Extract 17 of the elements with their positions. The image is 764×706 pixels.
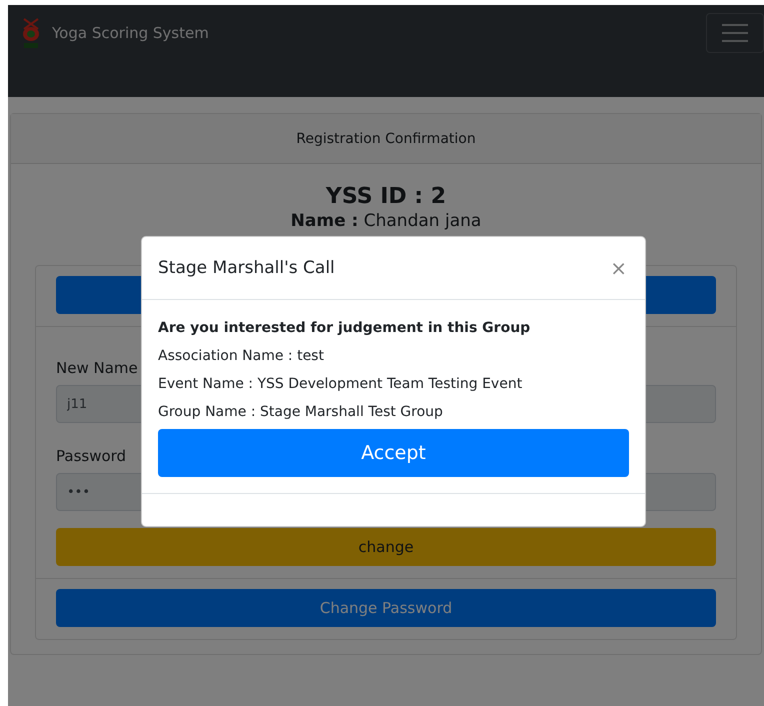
member-name: Name : Chandan jana bbox=[290, 211, 482, 231]
field-label: New Name bbox=[56, 359, 138, 377]
detail-line: Event Name : YSS Development Team Testing Event bbox=[158, 376, 524, 392]
accept-button[interactable]: Accept bbox=[158, 429, 629, 477]
modal-title: Stage Marshall's Call bbox=[158, 258, 336, 278]
menu-button[interactable] bbox=[706, 13, 764, 53]
detail-line: Group Name : Stage Marshall Test Group bbox=[158, 404, 444, 420]
detail-line: Association Name : test bbox=[158, 348, 325, 364]
question-text: Are you interested for judgement in this Group bbox=[158, 320, 532, 336]
card-header: Registration Confirmation bbox=[11, 114, 761, 164]
field-label: Password bbox=[56, 447, 126, 465]
logo-icon bbox=[20, 17, 42, 49]
change-password-button[interactable]: Change Password bbox=[56, 589, 716, 627]
yss-id: YSS ID : 2 bbox=[326, 184, 446, 209]
change-button[interactable]: change bbox=[56, 528, 716, 566]
brand-title: Yoga Scoring System bbox=[52, 24, 209, 42]
close-button[interactable]: × bbox=[606, 256, 631, 280]
